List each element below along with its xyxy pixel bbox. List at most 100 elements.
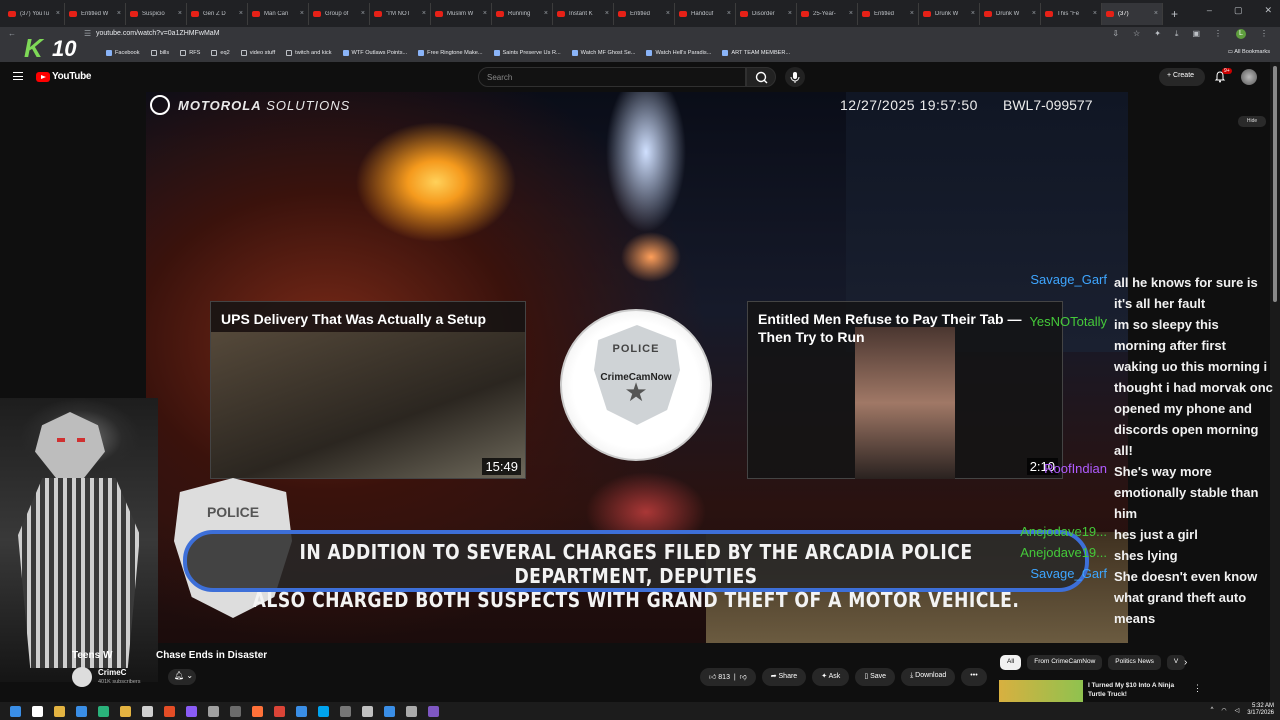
hamburger-menu-icon[interactable] — [13, 72, 23, 80]
minimize-button[interactable]: – — [1207, 5, 1212, 16]
chip-more[interactable]: V — [1166, 655, 1186, 670]
browser-tab[interactable]: Entitled W × — [65, 2, 126, 25]
bookmark-item[interactable]: Watch MF Ghost Se... — [571, 49, 635, 56]
channel-subscribe-badge[interactable]: POLICE ★ CrimeCamNow — [560, 309, 712, 461]
chip-politics-news[interactable]: Politics News — [1108, 655, 1161, 670]
create-button[interactable]: + Create — [1159, 68, 1205, 86]
all-bookmarks[interactable]: ▭ All Bookmarks — [1228, 49, 1270, 55]
scrollbar-thumb[interactable] — [1273, 66, 1277, 302]
browser-tab[interactable]: This "Fe × — [1041, 2, 1102, 25]
browser-tab[interactable]: Running × — [492, 2, 553, 25]
maximize-button[interactable]: ▢ — [1234, 5, 1243, 16]
taskbar-app-icon[interactable] — [54, 705, 65, 717]
taskbar-app-icon[interactable] — [98, 705, 109, 717]
menu-icon[interactable]: ⋮ — [1214, 29, 1222, 39]
taskbar-app-icon[interactable] — [362, 705, 373, 717]
bookmark-star-icon[interactable]: ☆ — [1133, 29, 1140, 39]
browser-tab[interactable]: Group of × — [309, 2, 370, 25]
url-field[interactable]: youtube.com/watch?v=0a1ZHMFwMaM — [96, 30, 220, 37]
bookmark-item[interactable]: WTF Outlaws Points... — [342, 49, 407, 56]
save-button[interactable]: ▯ Save — [855, 668, 896, 686]
browser-tab[interactable]: Man Can × — [248, 2, 309, 25]
search-button[interactable] — [746, 67, 776, 87]
taskbar-app-icon[interactable] — [76, 705, 87, 717]
like-button[interactable]: 👍︎ 813 | 👎︎ — [700, 668, 756, 686]
bookmark-item[interactable]: video stuff — [240, 49, 275, 56]
profile-avatar[interactable]: L — [1236, 29, 1246, 39]
tab-close-icon[interactable]: × — [605, 10, 609, 17]
ask-button[interactable]: ✦ Ask — [812, 668, 850, 686]
tab-close-icon[interactable]: × — [483, 10, 487, 17]
browser-tab[interactable]: Suspicio × — [126, 2, 187, 25]
tab-close-icon[interactable]: × — [910, 10, 914, 17]
install-icon[interactable]: ⇩ — [1112, 29, 1119, 39]
tab-close-icon[interactable]: × — [727, 10, 731, 17]
channel-avatar[interactable] — [72, 667, 92, 687]
bookmark-item[interactable]: eq2 — [211, 49, 230, 56]
browser-tab[interactable]: Drunk W × — [919, 2, 980, 25]
bookmark-item[interactable]: bills — [150, 49, 169, 56]
wifi-icon[interactable]: ◠ — [1221, 707, 1226, 714]
user-avatar[interactable] — [1241, 69, 1257, 85]
taskbar-app-icon[interactable] — [384, 705, 395, 717]
clock[interactable]: 5:32 AM 3/17/2026 — [1247, 703, 1274, 717]
tab-close-icon[interactable]: × — [178, 10, 182, 17]
taskbar-app-icon[interactable] — [32, 705, 43, 717]
close-window-button[interactable]: ✕ — [1264, 5, 1272, 16]
subscribed-bell-button[interactable]: 🔔︎ ⌄ — [168, 669, 196, 685]
taskbar-app-icon[interactable] — [164, 705, 175, 717]
download-icon[interactable]: ⤓ — [1175, 29, 1179, 39]
tab-close-icon[interactable]: × — [361, 10, 365, 17]
bookmark-item[interactable]: Free Ringtone Make... — [418, 49, 483, 56]
taskbar-app-icon[interactable] — [296, 705, 307, 717]
site-info-icon[interactable]: ☰ — [84, 29, 91, 38]
chevron-right-icon[interactable]: › — [1184, 657, 1187, 668]
chip-from-channel[interactable]: From CrimeCamNow — [1027, 655, 1103, 670]
browser-tab[interactable]: Disorder × — [736, 2, 797, 25]
chip-all[interactable]: All — [1000, 655, 1022, 670]
windows-start-icon[interactable] — [10, 705, 21, 717]
taskbar-app-icon[interactable] — [230, 705, 241, 717]
taskbar-app-icon[interactable] — [142, 705, 153, 717]
tab-close-icon[interactable]: × — [971, 10, 975, 17]
download-button[interactable]: ⤓ Download — [901, 668, 956, 686]
new-tab-button[interactable]: + — [1171, 7, 1178, 21]
taskbar-app-icon[interactable] — [340, 705, 351, 717]
browser-tab[interactable]: Instant K × — [553, 2, 614, 25]
volume-icon[interactable]: ◁ — [1235, 707, 1240, 714]
tab-close-icon[interactable]: × — [1093, 10, 1097, 17]
suggested-video-thumbnail[interactable] — [999, 680, 1083, 702]
taskbar-app-icon[interactable] — [186, 705, 197, 717]
browser-tab[interactable]: Muslim W × — [431, 2, 492, 25]
channel-name[interactable]: CrimeC — [98, 668, 126, 677]
tab-close-icon[interactable]: × — [1154, 10, 1158, 17]
browser-tab[interactable]: Entitled × — [614, 2, 675, 25]
share-button[interactable]: ➦ Share — [761, 668, 807, 686]
browser-tab[interactable]: Entitled × — [858, 2, 919, 25]
taskbar-app-icon[interactable] — [120, 705, 131, 717]
browser-tab[interactable]: Handcuf × — [675, 2, 736, 25]
extension-icon[interactable]: ✦ — [1154, 29, 1161, 39]
thumbs-down-icon[interactable]: 👎︎ — [740, 674, 747, 681]
taskbar-app-icon[interactable] — [274, 705, 285, 717]
bookmark-item[interactable]: Watch Hell's Paradis... — [646, 49, 711, 56]
bookmark-item[interactable]: twitch and kick — [286, 49, 332, 56]
youtube-logo-icon[interactable] — [36, 72, 50, 82]
bookmark-item[interactable]: Facebook — [106, 49, 140, 56]
browser-tab[interactable]: 25-Year- × — [797, 2, 858, 25]
bookmark-item[interactable]: RFS — [180, 49, 200, 56]
hide-chat-button[interactable]: Hide — [1238, 116, 1266, 127]
tab-close-icon[interactable]: × — [56, 10, 60, 17]
taskbar-app-icon[interactable] — [252, 705, 263, 717]
more-actions-button[interactable]: ••• — [961, 668, 987, 686]
taskbar-app-icon[interactable] — [428, 705, 439, 717]
browser-tab[interactable]: Gen Z D × — [187, 2, 248, 25]
tray-chevron-icon[interactable]: ^ — [1211, 707, 1214, 713]
tab-close-icon[interactable]: × — [849, 10, 853, 17]
browser-tab[interactable]: "I'M NOT × — [370, 2, 431, 25]
end-card-video-1[interactable]: UPS Delivery That Was Actually a Setup 1… — [210, 301, 526, 479]
taskbar-app-icon[interactable] — [208, 705, 219, 717]
bookmark-item[interactable]: Saints Preserve Us R... — [493, 49, 561, 56]
bookmark-item[interactable]: ART TEAM MEMBER... — [722, 49, 790, 56]
tab-close-icon[interactable]: × — [117, 10, 121, 17]
